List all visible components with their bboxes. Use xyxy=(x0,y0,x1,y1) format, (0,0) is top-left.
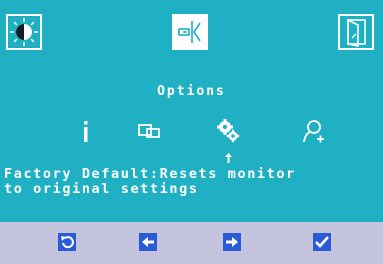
factory-default-gear-icon xyxy=(217,119,240,143)
menu-title: Options xyxy=(157,84,226,99)
input-select-tile[interactable] xyxy=(172,14,208,50)
user-add-icon xyxy=(303,120,324,143)
confirm-check-icon xyxy=(313,233,331,251)
right-arrow-icon xyxy=(223,233,241,251)
osd-menu: Options Factory Default:Resets monitor t… xyxy=(0,0,383,222)
factory-default-option[interactable] xyxy=(215,118,241,144)
back-button[interactable] xyxy=(58,233,76,251)
confirm-button[interactable] xyxy=(313,233,331,251)
option-description: Factory Default:Resets monitor to origin… xyxy=(4,166,296,197)
brightness-tile[interactable] xyxy=(6,14,42,50)
right-button[interactable] xyxy=(223,233,241,251)
input-select-icon xyxy=(178,21,201,43)
brightness-icon xyxy=(10,18,38,46)
user-option[interactable] xyxy=(300,118,326,144)
info-icon xyxy=(84,121,88,142)
navigation-bar xyxy=(0,222,383,264)
left-arrow-icon xyxy=(139,233,157,251)
back-icon xyxy=(58,233,76,251)
exit-tile[interactable] xyxy=(338,14,374,50)
window-option[interactable] xyxy=(136,118,162,144)
window-icon xyxy=(138,124,160,138)
left-button[interactable] xyxy=(139,233,157,251)
exit-icon xyxy=(347,18,366,47)
information-option[interactable] xyxy=(73,118,99,144)
selection-arrow-icon xyxy=(225,153,232,163)
